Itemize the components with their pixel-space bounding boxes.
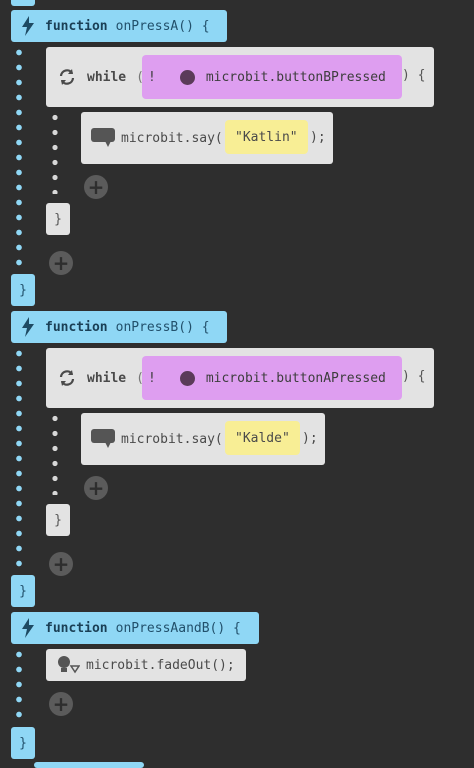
function-body-rail bbox=[16, 346, 22, 571]
condition-text: microbit.buttonAPressed bbox=[205, 370, 386, 386]
plus-circle-icon: + bbox=[52, 692, 70, 716]
lightbulb-fade-icon bbox=[56, 655, 80, 675]
function-body-rail bbox=[16, 647, 22, 725]
previous-function-close[interactable] bbox=[11, 0, 35, 6]
not-operator: ! bbox=[148, 69, 156, 85]
while-close-paren: ) { bbox=[402, 369, 426, 384]
plus-circle-icon: + bbox=[52, 251, 70, 275]
while-keyword: while bbox=[87, 370, 127, 386]
plus-circle-icon: + bbox=[52, 552, 70, 576]
lightning-icon bbox=[21, 16, 35, 36]
while-keyword: while bbox=[87, 69, 127, 85]
condition-block[interactable]: ! microbit.buttonAPressed bbox=[142, 356, 402, 400]
say-call: microbit.say( bbox=[121, 130, 223, 146]
function-close-brace[interactable]: } bbox=[11, 727, 35, 759]
loop-arrows-icon bbox=[58, 68, 76, 86]
not-operator: ! bbox=[148, 370, 156, 386]
fadeout-call: microbit.fadeOut(); bbox=[86, 657, 235, 673]
button-sensor-icon bbox=[179, 370, 195, 386]
function-onPressA-header[interactable]: function onPressA () { bbox=[11, 10, 227, 42]
next-function-header-partial[interactable] bbox=[34, 762, 144, 768]
function-name: onPressA bbox=[115, 18, 179, 34]
add-statement-button[interactable]: + bbox=[84, 175, 108, 199]
while-body-rail bbox=[52, 110, 58, 194]
function-onPressAandB-header[interactable]: function onPressAandB () { bbox=[11, 612, 259, 644]
condition-block[interactable]: ! microbit.buttonBPressed bbox=[142, 55, 402, 99]
function-close-brace[interactable]: } bbox=[11, 575, 35, 607]
function-signature: () { bbox=[178, 18, 210, 34]
function-keyword: function bbox=[45, 18, 108, 34]
add-statement-button[interactable]: + bbox=[49, 251, 73, 275]
string-literal[interactable]: "Katlin" bbox=[225, 120, 308, 154]
add-statement-button[interactable]: + bbox=[84, 476, 108, 500]
condition-text: microbit.buttonBPressed bbox=[205, 69, 386, 85]
function-keyword: function bbox=[45, 319, 108, 335]
lightning-icon bbox=[21, 317, 35, 337]
fadeout-block[interactable]: microbit.fadeOut(); bbox=[46, 649, 246, 681]
while-close-brace[interactable]: } bbox=[46, 203, 70, 235]
function-onPressB-header[interactable]: function onPressB () { bbox=[11, 311, 227, 343]
say-call: microbit.say( bbox=[121, 431, 223, 447]
function-signature: () { bbox=[178, 319, 210, 335]
add-statement-button[interactable]: + bbox=[49, 692, 73, 716]
add-statement-button[interactable]: + bbox=[49, 552, 73, 576]
function-close-brace[interactable]: } bbox=[11, 274, 35, 306]
button-sensor-icon bbox=[179, 69, 195, 85]
say-end: ); bbox=[310, 130, 326, 145]
speech-bubble-icon bbox=[91, 429, 115, 449]
function-name: onPressAandB bbox=[115, 620, 210, 636]
plus-circle-icon: + bbox=[87, 175, 105, 199]
plus-circle-icon: + bbox=[87, 476, 105, 500]
while-body-rail bbox=[52, 411, 58, 495]
while-close-paren: ) { bbox=[402, 68, 426, 83]
speech-bubble-icon bbox=[91, 128, 115, 148]
string-literal[interactable]: "Kalde" bbox=[225, 421, 300, 455]
function-body-rail bbox=[16, 45, 22, 270]
loop-arrows-icon bbox=[58, 369, 76, 387]
function-signature: () { bbox=[209, 620, 241, 636]
function-name: onPressB bbox=[115, 319, 179, 335]
lightning-icon bbox=[21, 618, 35, 638]
while-close-brace[interactable]: } bbox=[46, 504, 70, 536]
say-end: ); bbox=[302, 431, 318, 446]
function-keyword: function bbox=[45, 620, 108, 636]
